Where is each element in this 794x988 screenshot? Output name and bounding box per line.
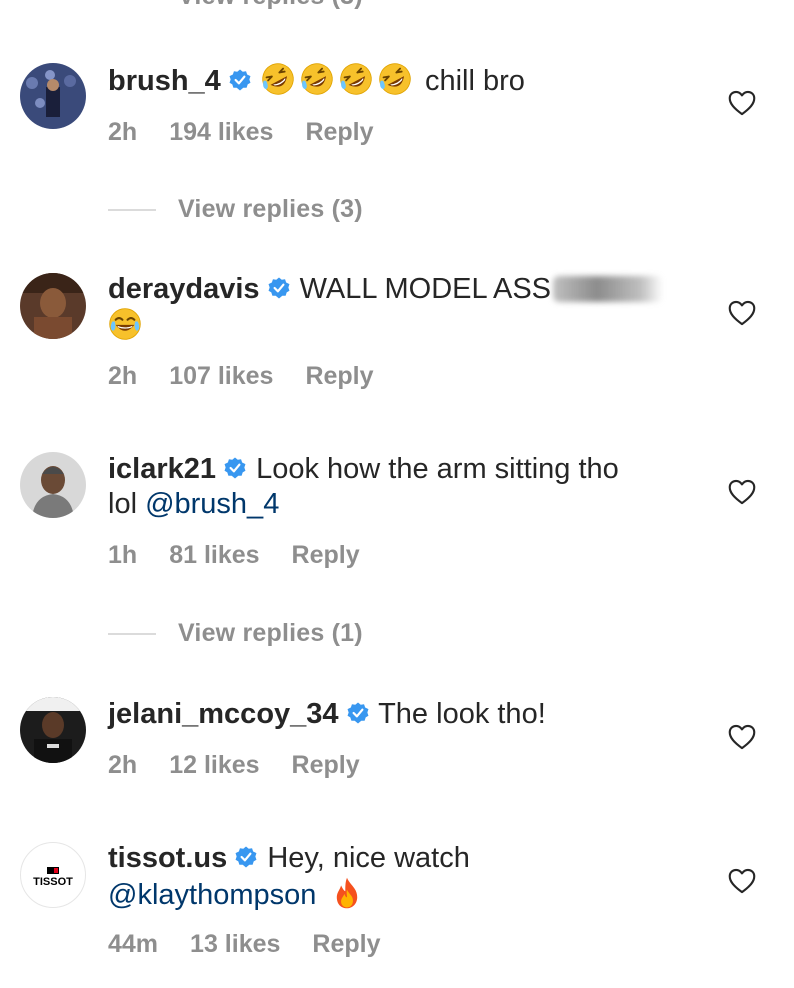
view-replies-button[interactable]: View replies (1) <box>108 619 363 648</box>
comment-meta: 1h 81 likes Reply <box>108 541 392 570</box>
like-heart-icon[interactable] <box>728 90 756 116</box>
reply-button[interactable]: Reply <box>305 362 373 390</box>
comment-body-deraydavis: deraydavis WALL MODEL ASS <box>108 272 698 344</box>
divider-line <box>108 208 156 211</box>
reply-button[interactable]: Reply <box>305 118 373 146</box>
rofl-emoji-icon <box>300 62 334 96</box>
comment-text: chill bro <box>424 65 525 97</box>
comment-meta: 2h 12 likes Reply <box>108 751 392 780</box>
tissot-logo-icon: TISSOT <box>33 867 73 888</box>
username[interactable]: tissot.us <box>108 842 227 874</box>
avatar-brush-4[interactable] <box>20 63 86 129</box>
like-count[interactable]: 12 likes <box>169 751 259 779</box>
comment-text: Look how the arm sitting tho <box>256 453 619 485</box>
comment-time: 2h <box>108 362 138 390</box>
comment-text: WALL MODEL ASS <box>299 273 552 305</box>
like-count[interactable]: 81 likes <box>169 541 259 569</box>
verified-badge-icon <box>224 457 246 479</box>
like-heart-icon[interactable] <box>728 724 756 750</box>
comment-time: 1h <box>108 541 138 569</box>
redacted-blur <box>553 276 664 302</box>
avatar-jelani-mccoy-34[interactable] <box>20 697 86 763</box>
like-count[interactable]: 13 likes <box>190 930 280 958</box>
reply-button[interactable]: Reply <box>292 541 360 569</box>
like-heart-icon[interactable] <box>728 300 756 326</box>
reply-button[interactable]: Reply <box>292 751 360 779</box>
username[interactable]: brush_4 <box>108 65 221 97</box>
comment-time: 2h <box>108 118 138 146</box>
username[interactable]: iclark21 <box>108 453 216 485</box>
verified-badge-icon <box>235 846 257 868</box>
verified-badge-icon <box>229 69 251 91</box>
comment-body-tissot-us: tissot.us Hey, nice watch @klaythompson <box>108 841 698 913</box>
like-count[interactable]: 194 likes <box>169 118 273 146</box>
verified-badge-icon <box>347 702 369 724</box>
comment-body-jelani-mccoy-34: jelani_mccoy_34 The look tho! <box>108 697 546 732</box>
avatar-iclark21[interactable] <box>20 452 86 518</box>
comment-time: 44m <box>108 930 159 958</box>
comment-meta: 2h 194 likes Reply <box>108 118 406 147</box>
rofl-emoji-icon <box>339 62 373 96</box>
rofl-emoji-icon <box>378 62 412 96</box>
avatar-tissot-us[interactable]: TISSOT <box>20 842 86 908</box>
username[interactable]: jelani_mccoy_34 <box>108 698 339 730</box>
comment-meta: 44m 13 likes Reply <box>108 930 413 959</box>
view-replies-label: View replies (3) <box>178 0 363 11</box>
comment-time: 2h <box>108 751 138 779</box>
mention-link[interactable]: @brush_4 <box>145 488 279 520</box>
comment-meta: 2h 107 likes Reply <box>108 362 406 391</box>
like-heart-icon[interactable] <box>728 868 756 894</box>
rofl-emoji-icon <box>261 62 295 96</box>
joy-emoji-icon <box>108 307 142 341</box>
like-heart-icon[interactable] <box>728 479 756 505</box>
view-replies-label: View replies (1) <box>178 619 363 647</box>
view-replies-top[interactable]: View replies (3) <box>108 0 363 11</box>
mention-link[interactable]: @klaythompson <box>108 879 316 911</box>
view-replies-label: View replies (3) <box>178 195 363 223</box>
view-replies-button[interactable]: View replies (3) <box>108 195 363 224</box>
comment-text: The look tho! <box>378 698 546 730</box>
comment-text: Hey, nice watch <box>267 842 470 874</box>
like-count[interactable]: 107 likes <box>169 362 273 390</box>
divider-line <box>108 632 156 635</box>
username[interactable]: deraydavis <box>108 273 260 305</box>
avatar-deraydavis[interactable] <box>20 273 86 339</box>
comment-body-brush-4: brush_4 chill bro <box>108 62 525 99</box>
comment-text-cont: lol <box>108 488 138 520</box>
comment-body-iclark21: iclark21 Look how the arm sitting tho lo… <box>108 452 698 522</box>
fire-emoji-icon <box>330 876 364 910</box>
verified-badge-icon <box>268 277 290 299</box>
reply-button[interactable]: Reply <box>312 930 380 958</box>
tissot-logo-text: TISSOT <box>33 876 73 888</box>
